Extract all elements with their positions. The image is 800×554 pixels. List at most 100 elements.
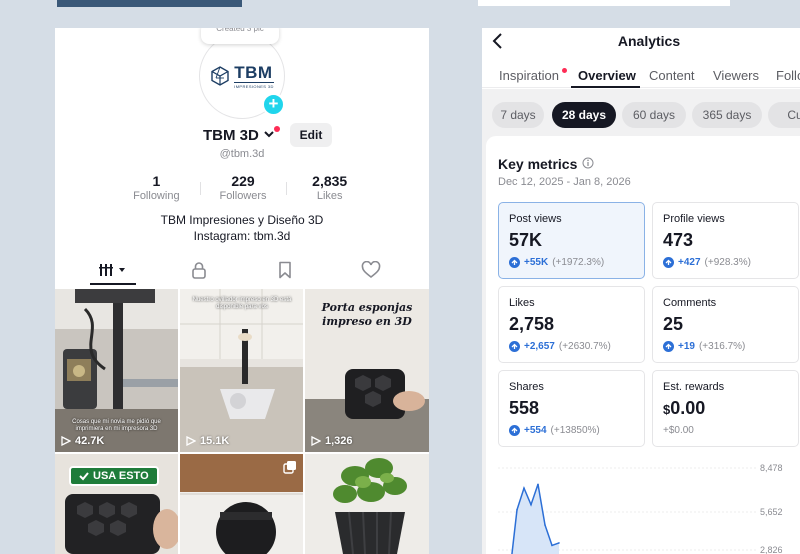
stat-label: Followers (219, 190, 267, 202)
up-arrow-icon (509, 425, 520, 436)
metric-value: 25 (663, 314, 684, 334)
video-thumbnail[interactable]: USA ESTO (55, 454, 178, 554)
metric-delta: +554 (524, 425, 547, 436)
active-tab-indicator (571, 86, 640, 88)
metric-percent: (+928.3%) (704, 257, 751, 268)
chart-point (516, 509, 518, 511)
bio-line: TBM Impresiones y Diseño 3D (160, 213, 324, 227)
notification-dot (562, 68, 567, 73)
brand-logo: TBM IMPRESIONES 3D (210, 64, 274, 89)
tab-saved[interactable] (274, 259, 296, 281)
chart-y-tick-label: 8,478 (760, 463, 783, 473)
video-grid: Cosas que mi novia me pidió que imprimie… (55, 289, 429, 554)
bookmark-icon (279, 261, 291, 279)
metric-sub: +$0.00 (663, 425, 694, 436)
metric-value: 57K (509, 230, 543, 250)
profile-screen: TBM IMPRESIONES 3D Created 3 pic + TBM 3… (55, 28, 429, 554)
edit-profile-button[interactable]: Edit (290, 123, 332, 147)
metric-delta: +2,657 (524, 341, 555, 352)
tab-followers[interactable]: Follo (776, 68, 800, 83)
stat-value: 2,835 (312, 173, 348, 189)
chart-svg: 8,478 5,652 2,826 (498, 463, 783, 554)
metric-amount: 0.00 (670, 398, 706, 418)
stat-following[interactable]: 1 Following (113, 173, 200, 205)
tab-videos-grid[interactable] (99, 259, 127, 281)
metric-label: Likes (509, 297, 535, 309)
logo-subtext: IMPRESIONES 3D (234, 81, 274, 89)
background-bar (478, 0, 730, 6)
carousel-icon (283, 461, 296, 474)
metric-comments[interactable]: Comments 25 +19 (+316.7%) (652, 286, 799, 363)
analytics-header: Analytics (482, 28, 800, 56)
metric-change: +427 (+928.3%) (663, 257, 751, 268)
metric-value: 473 (663, 230, 694, 250)
analytics-screen: Analytics Inspiration Overview Content V… (482, 28, 800, 554)
metric-change: +55K (+1972.3%) (509, 257, 604, 268)
metric-label: Profile views (663, 213, 725, 225)
video-image (305, 454, 429, 554)
metric-change: +2,657 (+2630.7%) (509, 341, 611, 352)
view-count-value: 42.7K (75, 435, 105, 447)
metric-post-views[interactable]: Post views 57K +55K (+1972.3%) (498, 202, 645, 279)
video-caption: Cosas que mi novia me pidió que imprimie… (72, 419, 161, 432)
tab-inspiration[interactable]: Inspiration (499, 68, 559, 83)
metric-percent: (+13850%) (550, 425, 600, 436)
profile-stats: 1 Following 229 Followers 2,835 Likes (113, 173, 373, 205)
metric-profile-views[interactable]: Profile views 473 +427 (+928.3%) (652, 202, 799, 279)
chart-point (558, 542, 560, 544)
stat-followers[interactable]: 229 Followers (199, 173, 287, 205)
grid-filter-icon (99, 264, 125, 276)
play-icon (61, 436, 71, 446)
info-icon[interactable] (582, 157, 594, 169)
metric-delta: +55K (524, 257, 549, 268)
page-title: Analytics (617, 33, 681, 49)
view-count: 15.1K (186, 435, 229, 447)
add-story-button[interactable]: + (262, 93, 285, 116)
video-caption: USA ESTO (93, 470, 149, 482)
video-thumbnail[interactable] (305, 454, 429, 554)
video-thumbnail[interactable]: Nuestro ovillador impreso en 3D está dis… (180, 289, 303, 452)
tab-viewers[interactable]: Viewers (713, 68, 759, 83)
display-name: TBM 3D (203, 127, 259, 144)
video-caption-badge: USA ESTO (69, 466, 159, 486)
video-thumbnail[interactable] (180, 454, 303, 554)
key-metrics-title: Key metrics (498, 156, 578, 172)
stat-value: 1 (152, 173, 161, 189)
metric-shares[interactable]: Shares 558 +554 (+13850%) (498, 370, 645, 447)
background-bar (57, 0, 242, 7)
check-icon (79, 472, 89, 481)
range-custom[interactable]: Cus (768, 102, 800, 128)
metric-value: 558 (509, 398, 540, 418)
play-icon (186, 436, 196, 446)
view-count: 42.7K (61, 435, 104, 447)
post-views-chart: 8,478 5,652 2,826 (486, 456, 800, 554)
view-count: 1,326 (311, 435, 353, 447)
metric-likes[interactable]: Likes 2,758 +2,657 (+2630.7%) (498, 286, 645, 363)
chart-point (530, 503, 532, 506)
video-thumbnail[interactable]: Porta esponjas impreso en 3D 1,326 (305, 289, 429, 452)
range-28-days[interactable]: 28 days (552, 102, 616, 128)
profile-tabs (55, 257, 429, 285)
heart-icon (361, 261, 381, 279)
range-7-days[interactable]: 7 days (492, 102, 544, 128)
range-365-days[interactable]: 365 days (692, 102, 762, 128)
tab-private[interactable] (188, 259, 210, 281)
bio-instagram[interactable]: Instagram: tbm.3d (55, 228, 429, 244)
up-arrow-icon (509, 341, 520, 352)
notification-dot (274, 126, 280, 132)
analytics-tabs: Inspiration Overview Content Viewers Fol… (482, 58, 800, 88)
chart-point (544, 524, 546, 526)
video-thumbnail[interactable]: Cosas que mi novia me pidió que imprimie… (55, 289, 178, 452)
stat-label: Likes (316, 190, 343, 202)
metric-est-rewards[interactable]: Est. rewards $0.00 +$0.00 (652, 370, 799, 447)
stat-likes[interactable]: 2,835 Likes (286, 173, 373, 205)
tab-content[interactable]: Content (649, 68, 695, 83)
range-60-days[interactable]: 60 days (622, 102, 686, 128)
metric-change: +19 (+316.7%) (663, 341, 745, 352)
up-arrow-icon (509, 257, 520, 268)
chevron-down-icon[interactable] (263, 129, 275, 139)
tab-overview[interactable]: Overview (578, 68, 636, 83)
stat-label: Following (133, 190, 180, 202)
date-range-label: Dec 12, 2025 - Jan 8, 2026 (498, 176, 631, 188)
tab-liked[interactable] (360, 259, 382, 281)
